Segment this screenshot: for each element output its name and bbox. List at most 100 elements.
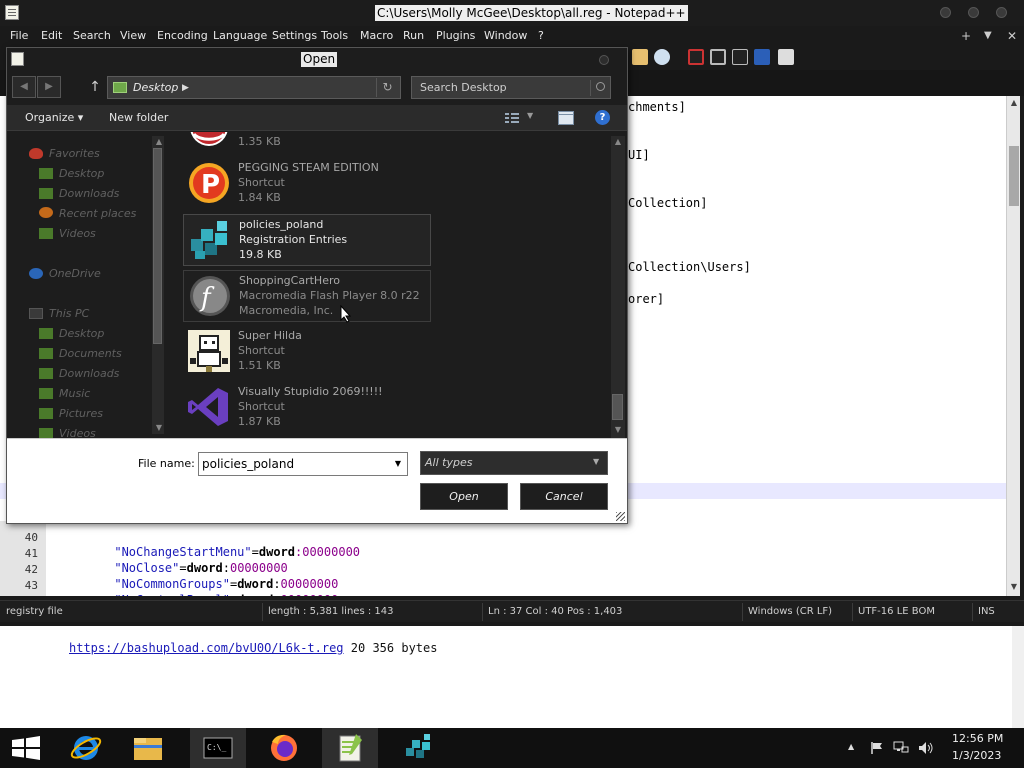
record-macro-icon[interactable] [688,49,704,65]
chevron-down-icon[interactable]: ▼ [392,457,404,471]
search-icon[interactable] [590,80,608,96]
file-item[interactable]: Visually Stupidio 2069!!!!! Shortcut 1.8… [183,382,431,434]
taskbar-ie[interactable] [58,728,114,768]
preview-pane-icon[interactable] [558,111,574,125]
close-button[interactable] [996,7,1007,18]
folder-icon[interactable] [632,49,648,65]
nav-pc-music[interactable]: Music [59,387,90,401]
refresh-icon[interactable]: ↻ [376,78,398,97]
scroll-up-arrow-icon[interactable]: ▲ [1009,98,1019,108]
menu-plugins[interactable]: Plugins [436,29,475,43]
file-name-value[interactable]: policies_poland [202,457,294,471]
file-item[interactable]: Shortcut 1.35 KB [183,132,431,154]
play-multiple-icon[interactable] [754,49,770,65]
menu-file[interactable]: File [10,29,28,43]
file-size: 1.87 KB [238,415,281,428]
action-center-flag-icon[interactable] [870,741,884,755]
network-icon[interactable] [893,741,909,755]
file-name: PEGGING STEAM EDITION [238,161,379,174]
command-prompt-icon: C:\_ [203,737,233,759]
taskbar-notepadpp[interactable] [322,728,378,768]
open-button[interactable]: Open [420,483,508,510]
minimize-button[interactable] [940,7,951,18]
chevron-right-icon[interactable]: ▶ [182,81,189,95]
start-button[interactable] [0,728,56,768]
menu-edit[interactable]: Edit [41,29,62,43]
scrollbar-thumb[interactable] [612,394,623,420]
file-list-scrollbar[interactable]: ▲ ▼ [611,136,625,438]
close-tab-button[interactable]: ✕ [1007,29,1017,43]
menu-tools[interactable]: Tools [321,29,348,43]
search-box[interactable]: Search Desktop [411,76,611,99]
chevron-down-icon[interactable]: ▼ [527,111,533,120]
eye-icon[interactable] [654,49,670,65]
nav-pc-desktop[interactable]: Desktop [59,327,104,341]
file-item[interactable]: f ShoppingCartHero Macromedia Flash Play… [183,270,431,322]
menu-settings[interactable]: Settings [272,29,317,43]
organize-button[interactable]: Organize ▾ [25,111,83,125]
stop-macro-icon[interactable] [710,49,726,65]
view-options-icon[interactable] [505,111,519,125]
nav-pc-downloads[interactable]: Downloads [59,367,119,381]
file-item[interactable]: P PEGGING STEAM EDITION Shortcut 1.84 KB [183,158,431,210]
cancel-button[interactable]: Cancel [520,483,608,510]
menu-language[interactable]: Language [213,29,267,43]
nav-this-pc[interactable]: This PC [49,307,89,321]
clock-time[interactable]: 12:56 PM [952,732,1003,746]
dialog-close-button[interactable] [599,55,609,65]
tab-list-button[interactable]: ▼ [984,29,992,43]
scroll-up-arrow-icon[interactable]: ▲ [612,136,624,148]
menu-encoding[interactable]: Encoding [157,29,208,43]
scrollbar-thumb[interactable] [153,148,162,344]
scroll-down-arrow-icon[interactable]: ▼ [153,422,165,434]
file-item-selected[interactable]: policies_poland Registration Entries 19.… [183,214,431,266]
scrollbar-thumb[interactable] [1009,146,1019,206]
menu-view[interactable]: View [120,29,146,43]
nav-fav-downloads[interactable]: Downloads [59,187,119,201]
maximize-button[interactable] [968,7,979,18]
help-icon[interactable]: ? [595,110,610,125]
file-name-input[interactable]: policies_poland ▼ [198,452,408,476]
nav-favorites[interactable]: Favorites [49,147,100,161]
nav-fav-desktop[interactable]: Desktop [59,167,104,181]
recent-places-icon [39,207,53,218]
clock-date[interactable]: 1/3/2023 [952,749,1001,763]
nav-pc-pictures[interactable]: Pictures [59,407,103,421]
background-scrollbar[interactable] [1012,626,1024,728]
new-tab-button[interactable]: + [961,29,971,43]
resize-grip[interactable] [616,512,625,521]
menu-run[interactable]: Run [403,29,424,43]
new-folder-button[interactable]: New folder [109,111,168,125]
up-arrow-icon[interactable]: ↑ [87,77,103,97]
scroll-up-arrow-icon[interactable]: ▲ [153,136,165,148]
editor-scrollbar[interactable]: ▲ ▼ [1006,96,1020,596]
menu-help[interactable]: ? [538,29,544,43]
address-bar[interactable]: Desktop ▶ ↻ [107,76,401,99]
documents-icon [39,348,53,359]
play-macro-icon[interactable] [732,49,748,65]
menu-macro[interactable]: Macro [360,29,393,43]
volume-icon[interactable] [918,741,934,755]
nav-pc-documents[interactable]: Documents [59,347,122,361]
show-hidden-icons-button[interactable]: ▲ [848,740,854,754]
upload-link[interactable]: https://bashupload.com/bvU0O/L6k-t.reg [69,641,344,655]
taskbar-command-prompt[interactable]: C:\_ [190,728,246,768]
taskbar-file-explorer[interactable] [120,728,176,768]
nav-fav-recent[interactable]: Recent places [59,207,136,221]
menu-search[interactable]: Search [73,29,111,43]
save-macro-icon[interactable] [778,49,794,65]
chevron-down-icon[interactable]: ▼ [593,457,599,466]
scroll-down-arrow-icon[interactable]: ▼ [1009,582,1019,592]
forward-button[interactable]: ▶ [37,76,61,98]
file-type-select[interactable]: All types ▼ [420,451,608,475]
scroll-down-arrow-icon[interactable]: ▼ [612,424,624,436]
file-item[interactable]: Super Hilda Shortcut 1.51 KB [183,326,431,378]
back-button[interactable]: ◀ [12,76,36,98]
nav-fav-videos[interactable]: Videos [59,227,96,241]
search-input[interactable]: Search Desktop [420,81,507,95]
nav-onedrive[interactable]: OneDrive [49,267,101,281]
taskbar-regedit[interactable] [390,728,446,768]
nav-pane-scrollbar[interactable]: ▲ ▼ [152,136,164,434]
menu-window[interactable]: Window [484,29,527,43]
taskbar-firefox[interactable] [256,728,312,768]
